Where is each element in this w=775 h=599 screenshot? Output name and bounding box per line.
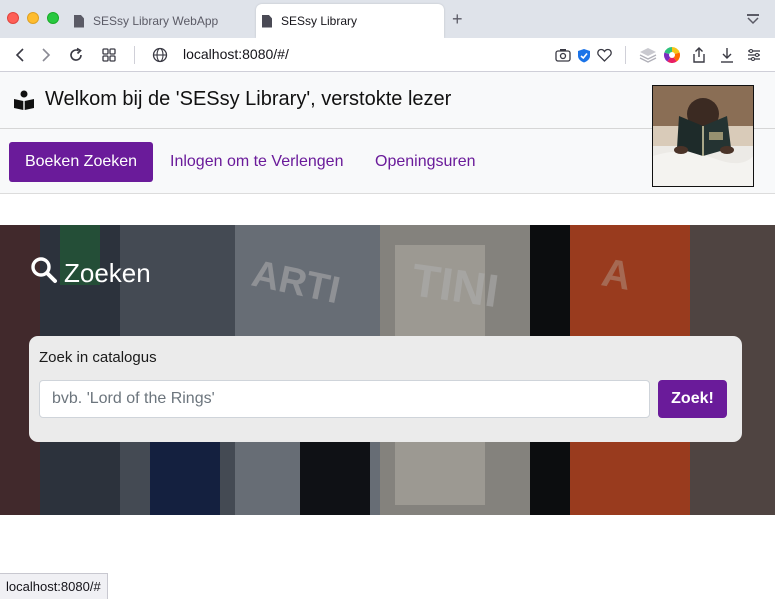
reader-icon: [13, 90, 35, 115]
browser-tab-library[interactable]: SESsy Library: [256, 4, 444, 38]
close-window-button[interactable]: [7, 12, 19, 24]
browser-tab-label: SESsy Library: [281, 14, 358, 28]
search-button[interactable]: Zoek!: [658, 380, 727, 418]
tab-list-icon[interactable]: [746, 12, 760, 26]
heart-icon[interactable]: [595, 44, 613, 66]
color-wheel-icon[interactable]: [662, 44, 682, 66]
nav-item-inloggen[interactable]: Inlogen om te Verlengen: [170, 142, 343, 182]
browser-tab-bar: SESsy Library WebApp SESsy Library +: [0, 0, 775, 38]
page-icon: [262, 14, 272, 28]
search-input[interactable]: [39, 380, 650, 418]
search-label: Zoek in catalogus: [39, 349, 157, 366]
download-icon[interactable]: [717, 44, 737, 66]
search-heading-text: Zoeken: [64, 258, 151, 288]
toolbar-separator: [625, 46, 626, 64]
new-tab-button[interactable]: +: [452, 9, 463, 30]
menu-icon[interactable]: [744, 44, 764, 66]
share-icon[interactable]: [689, 44, 709, 66]
back-icon[interactable]: [10, 44, 30, 66]
reload-icon[interactable]: [66, 44, 86, 66]
tab-grid-icon[interactable]: [99, 44, 119, 66]
browser-toolbar: [0, 38, 775, 72]
forward-icon[interactable]: [36, 44, 56, 66]
page-icon: [74, 14, 84, 28]
status-bar: localhost:8080/#: [0, 573, 108, 599]
minimize-window-button[interactable]: [27, 12, 39, 24]
nav-item-openingsuren[interactable]: Openingsuren: [375, 142, 476, 182]
reader-photo: [652, 85, 754, 187]
search-icon: [30, 256, 58, 291]
site-info-icon[interactable]: [150, 44, 170, 66]
browser-tab-label: SESsy Library WebApp: [93, 14, 219, 28]
screenshot-icon[interactable]: [554, 44, 572, 66]
browser-tab-webapp[interactable]: SESsy Library WebApp: [70, 4, 250, 38]
maximize-window-button[interactable]: [47, 12, 59, 24]
toolbar-separator: [134, 46, 135, 64]
nav-item-boeken-zoeken[interactable]: Boeken Zoeken: [9, 142, 153, 182]
address-bar[interactable]: localhost:8080/#/: [183, 46, 289, 62]
site-title: Welkom bij de 'SESsy Library', verstokte…: [45, 88, 452, 110]
layers-icon[interactable]: [638, 44, 658, 66]
shield-icon[interactable]: [575, 44, 593, 66]
search-heading: Zoeken: [30, 256, 151, 291]
